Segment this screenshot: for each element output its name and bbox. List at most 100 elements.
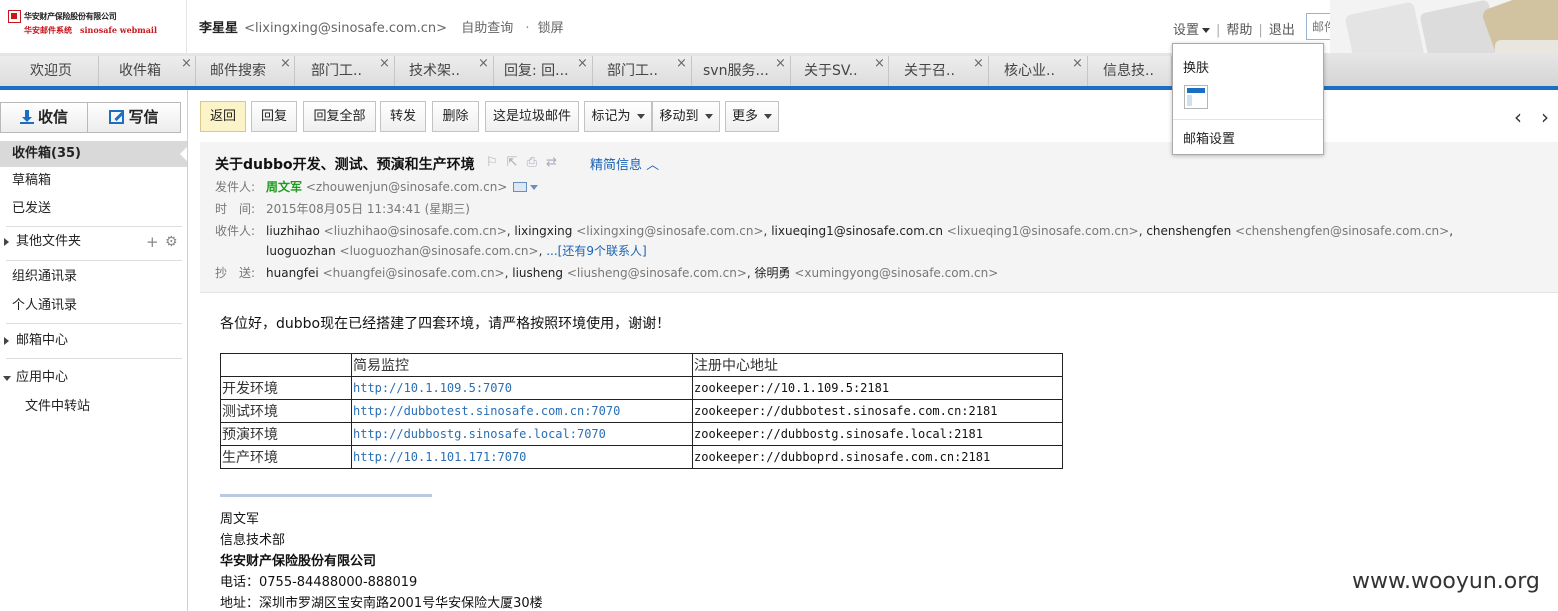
next-message-icon[interactable]: › bbox=[1541, 105, 1549, 129]
close-icon[interactable]: × bbox=[280, 56, 291, 71]
close-icon[interactable]: × bbox=[181, 56, 192, 71]
menu-divider bbox=[1173, 119, 1323, 120]
logo-seal-icon bbox=[8, 10, 21, 23]
detail-toggle[interactable]: 精简信息 ︿ bbox=[590, 154, 659, 173]
search-scope-dropdown-icon[interactable] bbox=[1503, 24, 1513, 30]
from-label: 发件人: bbox=[215, 180, 256, 194]
close-icon[interactable]: × bbox=[478, 56, 489, 71]
write-mail-button[interactable]: 写信 bbox=[87, 102, 181, 133]
reply-button[interactable]: 回复 bbox=[251, 101, 297, 132]
print-icon[interactable]: ⎙ bbox=[527, 155, 537, 170]
header: 华安财产保险股份有限公司 华安邮件系统 sinosafe webmail 李星星 … bbox=[0, 0, 1558, 53]
tab-welcome[interactable]: 欢迎页 bbox=[0, 56, 99, 87]
search-input[interactable] bbox=[1307, 14, 1497, 39]
message-action-icons: ⚐ ⇱ ⎙ ⇄ bbox=[486, 155, 566, 170]
forward-button[interactable]: 转发 bbox=[380, 101, 426, 132]
search-icon bbox=[1531, 18, 1544, 31]
signature-company: 华安财产保险股份有限公司 bbox=[220, 554, 377, 569]
sidebar-divider bbox=[6, 358, 182, 359]
more-dropdown[interactable]: 更多 bbox=[725, 101, 779, 132]
logout-link[interactable]: 退出 bbox=[1269, 23, 1295, 38]
reply-all-button[interactable]: 回复全部 bbox=[303, 101, 376, 132]
sidebar-item-sent[interactable]: 已发送 bbox=[0, 196, 187, 222]
close-icon[interactable]: × bbox=[1072, 56, 1083, 71]
chevron-down-icon[interactable] bbox=[530, 185, 539, 190]
close-icon[interactable]: × bbox=[973, 56, 984, 71]
tab-info-tech[interactable]: 信息技.. bbox=[1088, 56, 1172, 87]
sidebar-item-inbox[interactable]: 收件箱(35) bbox=[0, 141, 187, 167]
message-subject: 关于dubbo开发、测试、预演和生产环境 bbox=[215, 157, 475, 173]
monitor-url-cell: http://10.1.109.5:7070 bbox=[351, 376, 693, 400]
monitor-link[interactable]: http://dubbostg.sinosafe.local:7070 bbox=[353, 427, 606, 441]
close-icon[interactable]: × bbox=[874, 56, 885, 71]
env-name-cell: 测试环境 bbox=[220, 399, 352, 423]
settings-menu[interactable]: 设置 bbox=[1173, 23, 1211, 38]
cc-row: 抄 送: huangfei <huangfei@sinosafe.com.cn>,… bbox=[215, 266, 999, 280]
close-icon[interactable]: × bbox=[676, 56, 687, 71]
recipient-name[interactable]: chenshengfen bbox=[1146, 224, 1231, 238]
help-link[interactable]: 帮助 bbox=[1226, 23, 1252, 38]
mailbox-center-label: 邮箱中心 bbox=[16, 333, 69, 348]
user-email: <lixingxing@sinosafe.com.cn> bbox=[244, 21, 448, 36]
table-row: 测试环境 http://dubbotest.sinosafe.com.cn:70… bbox=[220, 399, 1063, 423]
search-button[interactable] bbox=[1521, 13, 1558, 40]
add-folder-icon[interactable]: + bbox=[146, 229, 159, 255]
delete-button[interactable]: 删除 bbox=[432, 101, 479, 132]
logo-system-name: 华安邮件系统 sinosafe webmail bbox=[24, 25, 157, 36]
sidebar-item-personal-contacts[interactable]: 个人通讯录 bbox=[0, 293, 187, 319]
monitor-link[interactable]: http://10.1.109.5:7070 bbox=[353, 381, 512, 395]
close-icon[interactable]: × bbox=[775, 56, 786, 71]
move-to-dropdown[interactable]: 移动到 bbox=[652, 101, 720, 132]
env-name-cell: 预演环境 bbox=[220, 422, 352, 446]
write-mail-label: 写信 bbox=[128, 108, 159, 126]
to-row-continued: luoguozhan <luoguozhan@sinosafe.com.cn>,… bbox=[266, 244, 647, 258]
registry-cell: zookeeper://10.1.109.5:2181 bbox=[692, 376, 1063, 400]
monitor-link[interactable]: http://dubbotest.sinosafe.com.cn:7070 bbox=[353, 404, 620, 418]
contact-card-icon[interactable] bbox=[513, 182, 528, 192]
message-greeting: 各位好，dubbo现在已经搭建了四套环境，请严格按照环境使用，谢谢！ bbox=[220, 316, 671, 332]
menu-item-skin[interactable]: 换肤 bbox=[1183, 57, 1209, 76]
export-icon[interactable]: ⇄ bbox=[546, 155, 557, 170]
sidebar-item-drafts[interactable]: 草稿箱 bbox=[0, 168, 187, 194]
lock-screen-link[interactable]: 锁屏 bbox=[538, 21, 564, 36]
spam-button[interactable]: 这是垃圾邮件 bbox=[485, 101, 579, 132]
recipient-name[interactable]: lixueqing1@sinosafe.com.cn bbox=[771, 224, 943, 238]
cc-name[interactable]: huangfei bbox=[266, 266, 319, 280]
monitor-link[interactable]: http://10.1.101.171:7070 bbox=[353, 450, 526, 464]
env-name-cell: 生产环境 bbox=[220, 445, 352, 469]
sidebar-item-mailbox-center[interactable]: 邮箱中心 bbox=[0, 328, 187, 354]
cc-name[interactable]: liusheng bbox=[512, 266, 563, 280]
settings-label: 设置 bbox=[1173, 23, 1200, 38]
receive-mail-button[interactable]: 收信 bbox=[0, 102, 88, 133]
more-recipients-link[interactable]: ...[还有9个联系人] bbox=[546, 244, 646, 258]
recipient-address: <liuzhihao@sinosafe.com.cn> bbox=[323, 224, 507, 238]
table-row: 生产环境 http://10.1.101.171:7070 zookeeper:… bbox=[220, 445, 1063, 469]
logo-system-cn: 华安邮件系统 bbox=[24, 26, 72, 35]
auto-query-link[interactable]: 自助查询 bbox=[461, 21, 513, 36]
sidebar-item-app-center[interactable]: 应用中心 bbox=[0, 365, 187, 391]
sender-name[interactable]: 周文军 bbox=[266, 180, 302, 194]
back-button[interactable]: 返回 bbox=[200, 101, 246, 132]
company-logo[interactable]: 华安财产保险股份有限公司 华安邮件系统 sinosafe webmail bbox=[8, 9, 183, 39]
signature-address: 地址：深圳市罗湖区宝安南路2001号华安保险大厦30楼 bbox=[220, 596, 543, 611]
gear-icon[interactable]: ⚙ bbox=[165, 229, 178, 255]
share-icon[interactable]: ⇱ bbox=[507, 155, 518, 170]
recipient-address: <lixueqing1@sinosafe.com.cn> bbox=[946, 224, 1139, 238]
recipient-name[interactable]: lixingxing bbox=[514, 224, 572, 238]
sidebar-item-other-folders[interactable]: 其他文件夹 + ⚙ bbox=[0, 229, 187, 255]
sidebar-item-file-transfer[interactable]: 文件中转站 bbox=[0, 394, 187, 420]
mark-as-dropdown[interactable]: 标记为 bbox=[584, 101, 652, 132]
menu-item-mailbox-settings[interactable]: 邮箱设置 bbox=[1183, 128, 1235, 147]
header-dot: · bbox=[525, 21, 530, 36]
flag-icon[interactable]: ⚐ bbox=[486, 155, 498, 170]
skin-theme-icon[interactable] bbox=[1184, 85, 1208, 109]
close-icon[interactable]: × bbox=[577, 56, 588, 71]
table-header-cell: 简易监控 bbox=[351, 353, 693, 377]
recipient-name[interactable]: liuzhihao bbox=[266, 224, 320, 238]
cc-name[interactable]: 徐明勇 bbox=[755, 266, 791, 280]
sent-time: 2015年08月05日 11:34:41 (星期三) bbox=[266, 202, 470, 216]
close-icon[interactable]: × bbox=[379, 56, 390, 71]
recipient-name[interactable]: luoguozhan bbox=[266, 244, 336, 258]
prev-message-icon[interactable]: ‹ bbox=[1514, 105, 1522, 129]
sidebar-item-org-contacts[interactable]: 组织通讯录 bbox=[0, 264, 187, 290]
